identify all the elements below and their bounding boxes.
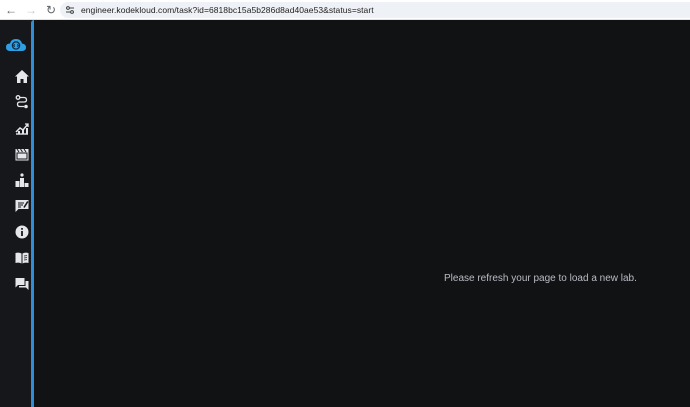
chart-icon[interactable]	[13, 119, 31, 137]
address-bar[interactable]: engineer.kodekloud.com/task?id=6818bc15a…	[60, 2, 690, 18]
browser-toolbar: ← → ↻ engineer.kodekloud.com/task?id=681…	[0, 0, 690, 20]
kodekloud-cloud-logo[interactable]	[5, 36, 27, 54]
reload-button[interactable]: ↻	[42, 1, 60, 19]
film-icon[interactable]	[13, 145, 31, 163]
home-icon[interactable]	[13, 67, 31, 85]
reload-icon: ↻	[45, 2, 57, 17]
book-icon[interactable]	[13, 249, 31, 267]
arrow-left-icon: ←	[5, 2, 17, 17]
chat-icon[interactable]	[13, 275, 31, 293]
url-text: engineer.kodekloud.com/task?id=6818bc15a…	[81, 5, 374, 15]
route-icon[interactable]	[13, 93, 31, 111]
forward-button[interactable]: →	[22, 1, 40, 19]
feedback-icon[interactable]	[13, 197, 31, 215]
tune-icon[interactable]	[64, 4, 76, 16]
main-content: Please refresh your page to load a new l…	[34, 20, 690, 407]
arrow-right-icon: →	[25, 2, 37, 17]
info-icon[interactable]	[13, 223, 31, 241]
leaderboard-icon[interactable]	[13, 171, 31, 189]
refresh-message: Please refresh your page to load a new l…	[444, 273, 637, 284]
back-button[interactable]: ←	[2, 1, 20, 19]
